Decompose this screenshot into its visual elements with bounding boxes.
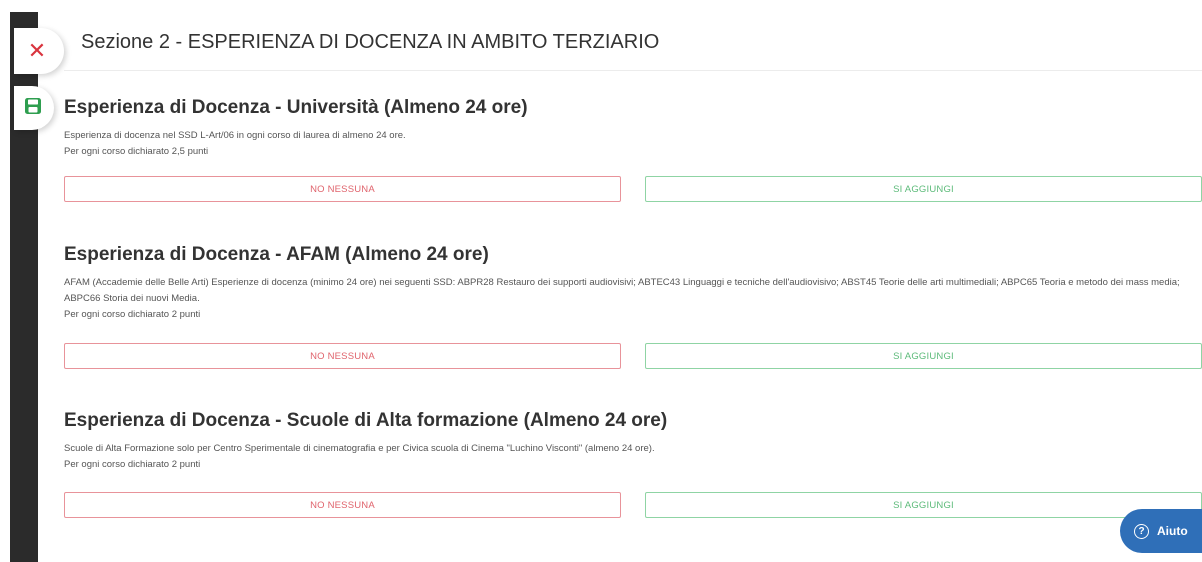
section-header: Sezione 2 - ESPERIENZA DI DOCENZA IN AMB… [64, 14, 1202, 71]
block-description: Esperienza di docenza nel SSD L-Art/06 i… [64, 128, 1192, 160]
block-title: Esperienza di Docenza - Scuole di Alta f… [64, 410, 668, 431]
section-title: Sezione 2 - ESPERIENZA DI DOCENZA IN AMB… [81, 31, 660, 53]
si-aggiungi-button[interactable]: SI AGGIUNGI [645, 492, 1202, 518]
block-title: Esperienza di Docenza - AFAM (Almeno 24 … [64, 244, 489, 265]
description-text: AFAM (Accademie delle Belle Arti) Esperi… [64, 277, 1180, 304]
block-title: Esperienza di Docenza - Università (Alme… [64, 97, 528, 118]
points-text: Per ogni corso dichiarato 2 punti [64, 309, 201, 320]
block-description: AFAM (Accademie delle Belle Arti) Esperi… [64, 275, 1192, 323]
help-label: Aiuto [1157, 524, 1188, 538]
block-universita: Esperienza di Docenza - Università (Alme… [64, 96, 1202, 216]
points-text: Per ogni corso dichiarato 2,5 punti [64, 146, 209, 157]
description-text: Scuole di Alta Formazione solo per Centr… [64, 443, 655, 454]
no-nessuna-button[interactable]: NO NESSUNA [64, 343, 621, 369]
block-description: Scuole di Alta Formazione solo per Centr… [64, 441, 1192, 473]
block-alta-formazione: Esperienza di Docenza - Scuole di Alta f… [64, 409, 1202, 529]
no-nessuna-button[interactable]: NO NESSUNA [64, 176, 621, 202]
points-text: Per ogni corso dichiarato 2 punti [64, 459, 201, 470]
si-aggiungi-button[interactable]: SI AGGIUNGI [645, 176, 1202, 202]
choice-row: NO NESSUNA SI AGGIUNGI [64, 343, 1202, 371]
save-button[interactable] [14, 86, 54, 130]
description-text: Esperienza di docenza nel SSD L-Art/06 i… [64, 130, 406, 141]
choice-row: NO NESSUNA SI AGGIUNGI [64, 492, 1202, 520]
question-circle-icon: ? [1134, 523, 1149, 539]
close-button[interactable]: ✕ [14, 28, 64, 74]
save-icon [24, 97, 42, 120]
help-button[interactable]: ? Aiuto [1120, 509, 1202, 553]
si-aggiungi-button[interactable]: SI AGGIUNGI [645, 343, 1202, 369]
page: ✕ Sezione 2 - ESPERIENZA DI DOCENZA IN A… [0, 0, 1202, 562]
block-afam: Esperienza di Docenza - AFAM (Almeno 24 … [64, 243, 1202, 383]
close-icon: ✕ [27, 38, 47, 63]
no-nessuna-button[interactable]: NO NESSUNA [64, 492, 621, 518]
choice-row: NO NESSUNA SI AGGIUNGI [64, 176, 1202, 204]
